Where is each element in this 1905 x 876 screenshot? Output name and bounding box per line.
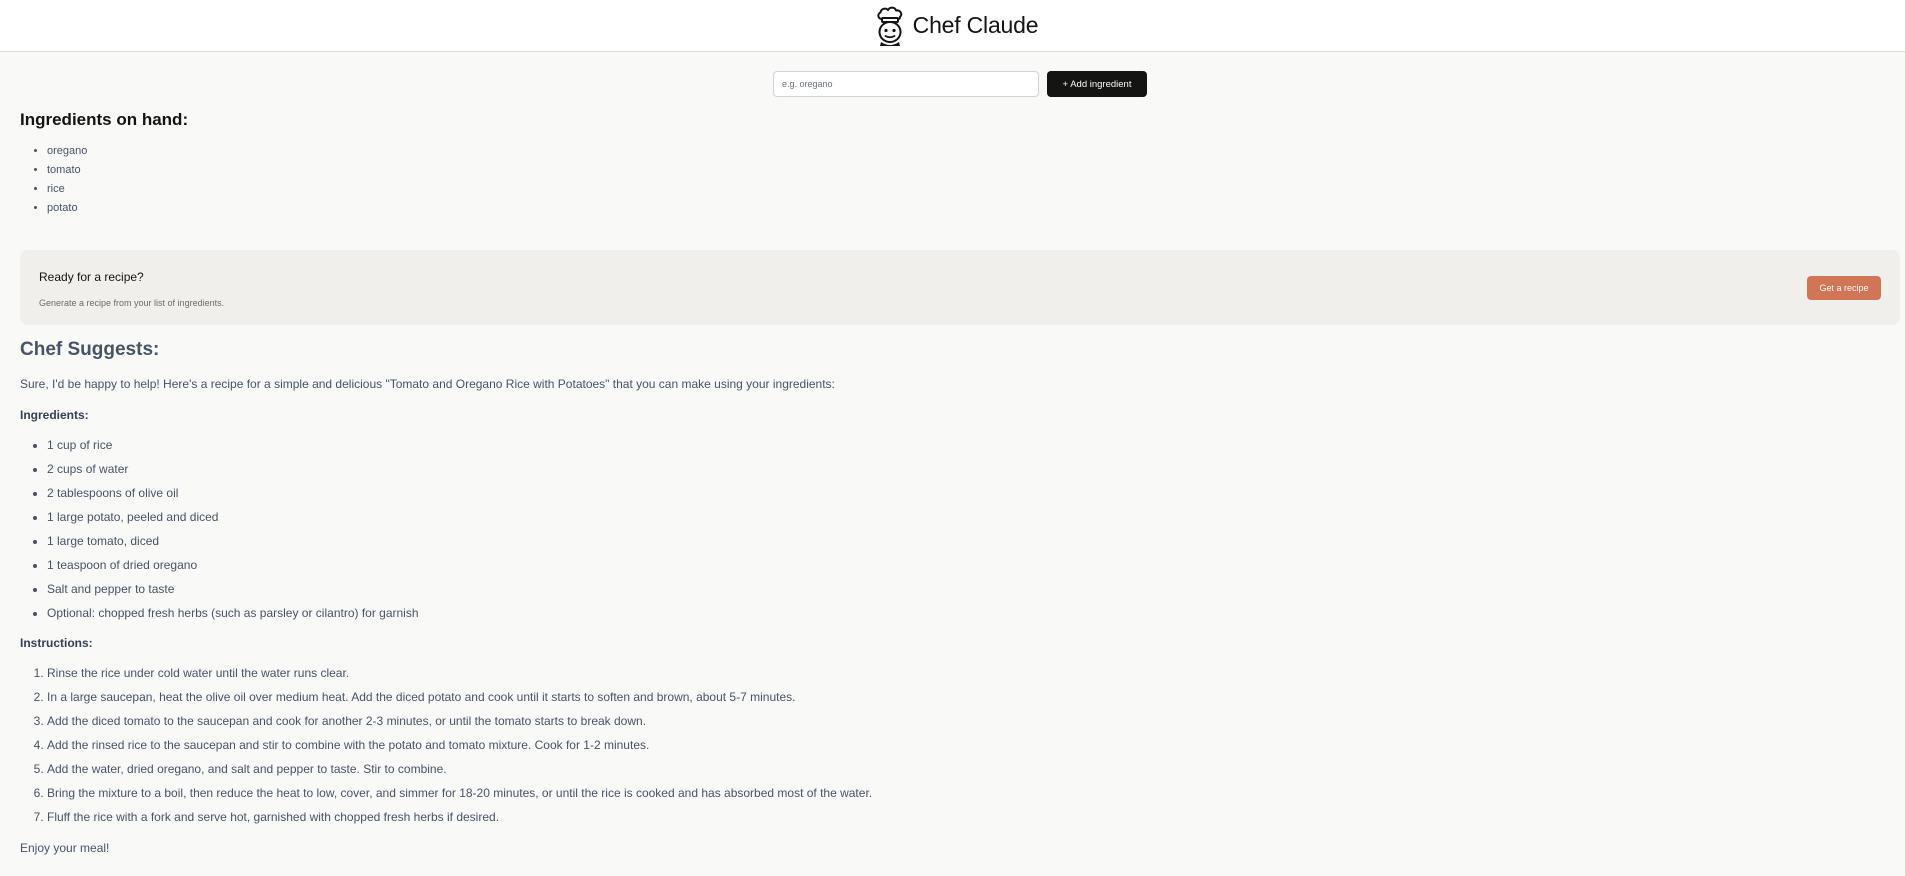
app-header: Chef Claude [0, 0, 1905, 52]
list-item: In a large saucepan, heat the olive oil … [47, 689, 872, 713]
list-item: Bring the mixture to a boil, then reduce… [47, 785, 872, 809]
list-item: potato [47, 199, 87, 218]
recipe-instructions-list: Rinse the rice under cold water until th… [20, 665, 872, 833]
list-item: Add the water, dried oregano, and salt a… [47, 761, 872, 785]
list-item: Salt and pepper to taste [47, 581, 419, 605]
list-item: 1 teaspoon of dried oregano [47, 557, 419, 581]
suggestion-closing: Enjoy your meal! [20, 841, 110, 855]
list-item: 1 large tomato, diced [47, 533, 419, 557]
list-item: 2 cups of water [47, 461, 419, 485]
ingredient-input[interactable] [773, 71, 1039, 97]
recipe-suggestion: Chef Suggests: Sure, I'd be happy to hel… [20, 336, 1880, 855]
list-item: 2 tablespoons of olive oil [47, 485, 419, 509]
list-item: rice [47, 180, 87, 199]
cta-title: Ready for a recipe? [39, 270, 144, 284]
add-ingredient-button[interactable]: + Add ingredient [1047, 71, 1147, 97]
brand: Chef Claude [873, 6, 1039, 46]
list-item: 1 large potato, peeled and diced [47, 509, 419, 533]
recipe-ingredients-list: 1 cup of rice 2 cups of water 2 tablespo… [20, 437, 419, 629]
chef-hat-face-icon [877, 6, 902, 46]
suggestion-intro: Sure, I'd be happy to help! Here's a rec… [20, 377, 835, 391]
list-item: oregano [47, 142, 87, 161]
list-item: Add the rinsed rice to the saucepan and … [47, 737, 872, 761]
list-item: Optional: chopped fresh herbs (such as p… [47, 605, 419, 629]
app-title: Chef Claude [912, 12, 1039, 38]
ingredients-on-hand-list: oregano tomato rice potato [20, 142, 87, 218]
list-item: Fluff the rice with a fork and serve hot… [47, 809, 872, 833]
list-item: Add the diced tomato to the saucepan and… [47, 713, 872, 737]
get-recipe-button[interactable]: Get a recipe [1807, 276, 1881, 300]
list-item: tomato [47, 161, 87, 180]
ingredients-on-hand-title: Ingredients on hand: [20, 110, 189, 129]
add-ingredient-form: + Add ingredient [773, 71, 1147, 97]
list-item: Rinse the rice under cold water until th… [47, 665, 872, 689]
recipe-instructions-heading: Instructions: [20, 636, 93, 650]
cta-subtitle: Generate a recipe from your list of ingr… [39, 298, 225, 308]
get-recipe-panel: Ready for a recipe? Generate a recipe fr… [20, 250, 1900, 325]
list-item: 1 cup of rice [47, 437, 419, 461]
suggestion-title: Chef Suggests: [20, 339, 160, 360]
recipe-ingredients-heading: Ingredients: [20, 408, 89, 422]
